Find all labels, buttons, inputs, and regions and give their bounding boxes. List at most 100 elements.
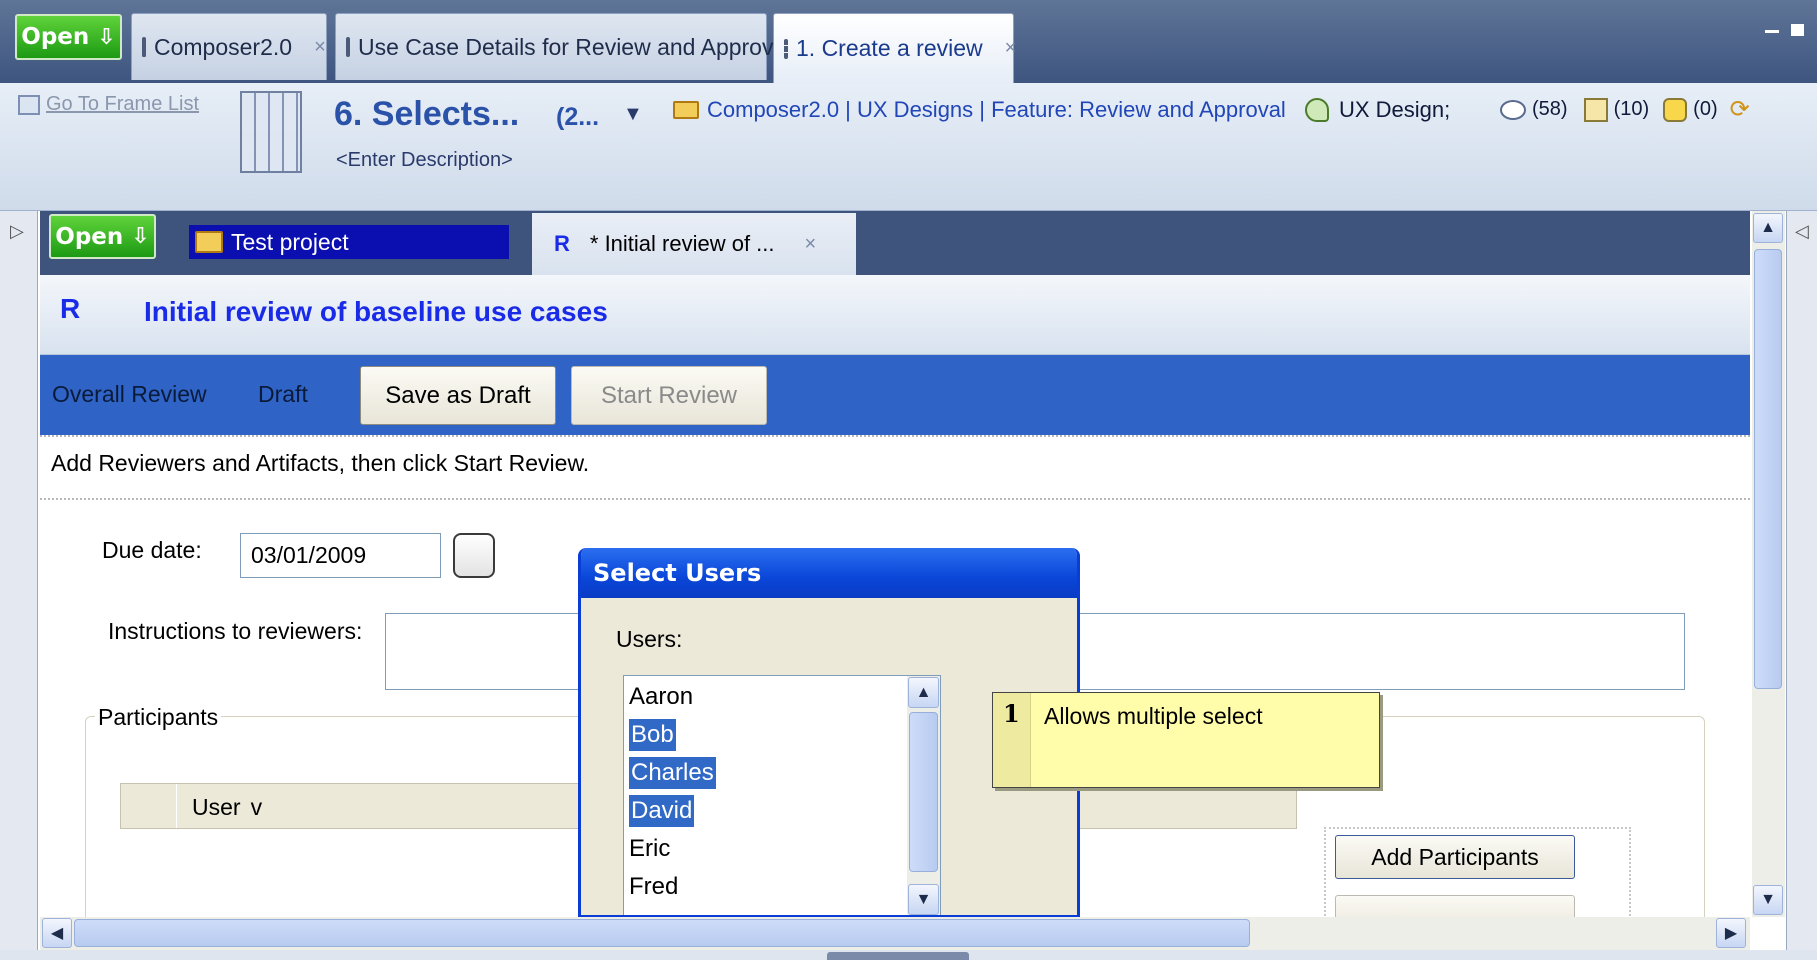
scroll-up-icon[interactable]: ▲ <box>1753 213 1783 243</box>
due-date-label: Due date: <box>102 537 202 563</box>
scroll-down-icon[interactable]: ▼ <box>1753 885 1783 915</box>
tab-create-review-label: 1. Create a review <box>796 35 983 61</box>
add-participants-button[interactable]: Add Participants <box>1335 835 1575 879</box>
start-review-button[interactable]: Start Review <box>571 366 767 425</box>
users-list-items: Aaron Bob Charles David Eric Fred <box>624 678 904 906</box>
user-name: Bob <box>629 719 676 751</box>
go-to-frame-list-label: Go To Frame List <box>46 93 200 115</box>
calendar-icon[interactable] <box>453 533 495 578</box>
close-icon[interactable]: × <box>1005 37 1017 60</box>
list-item-selected[interactable]: Charles <box>624 754 904 792</box>
chevron-down-icon[interactable]: ▼ <box>623 103 643 126</box>
tab-composer[interactable]: Composer2.0 × <box>131 13 327 80</box>
dialog-title: Select Users <box>581 548 1077 598</box>
breadcrumb-text: Composer2.0 | UX Designs | Feature: Revi… <box>707 97 1286 122</box>
ux-design-label: UX Design; <box>1339 97 1451 122</box>
list-item[interactable]: Aaron <box>624 678 904 716</box>
frame-count: (2... <box>556 103 600 131</box>
close-icon[interactable]: × <box>805 233 817 256</box>
comment-icon[interactable] <box>1500 99 1526 120</box>
open-button-label: Open <box>21 24 90 50</box>
due-date-input[interactable] <box>240 533 441 578</box>
expand-left-icon[interactable]: ▷ <box>10 221 24 242</box>
project-selector[interactable]: Test project <box>189 225 509 259</box>
annotation-number: 1 <box>1003 699 1020 728</box>
folder-icon <box>142 37 146 57</box>
users-list[interactable]: Aaron Bob Charles David Eric Fred ▲ ▼ <box>623 675 941 915</box>
list-item[interactable]: Eric <box>624 830 904 868</box>
review-icon: R <box>60 293 81 324</box>
counters: (58) (10) (0) ⟳ <box>1500 95 1750 124</box>
review-icon: R <box>554 231 570 256</box>
go-to-frame-list-link[interactable]: Go To Frame List <box>18 93 199 116</box>
tab-initial-review-label: * Initial review of ... <box>589 231 775 256</box>
scroll-thumb[interactable] <box>74 919 1250 947</box>
inner-open-button-label: Open <box>55 223 124 250</box>
status-badge: Draft <box>258 381 308 407</box>
user-name: Fred <box>629 873 679 900</box>
scroll-up-icon[interactable]: ▲ <box>908 677 939 708</box>
instructions-label: Instructions to reviewers: <box>108 618 363 644</box>
tab-use-case-details[interactable]: Use Case Details for Review and Approval… <box>335 13 825 80</box>
document-icon <box>346 37 350 57</box>
list-item-selected[interactable]: David <box>624 792 904 830</box>
ux-design-link[interactable]: UX Design; <box>1305 97 1450 123</box>
frame-title: 6. Selects... <box>334 95 520 133</box>
user-name: Aaron <box>629 683 694 710</box>
user-name: David <box>629 795 695 827</box>
save-as-draft-button[interactable]: Save as Draft <box>360 366 556 425</box>
annotation-note: 1 Allows multiple select <box>992 692 1380 788</box>
sort-icon: v <box>250 794 263 820</box>
tab-use-case-details-label: Use Case Details for Review and Approval <box>358 33 792 60</box>
user-column-header[interactable]: User v <box>192 794 262 821</box>
tab-composer-label: Composer2.0 <box>154 33 293 60</box>
frame-header: Go To Frame List 6. Selects... (2... ▼ <… <box>0 83 1817 211</box>
folder-open-icon <box>195 231 223 253</box>
scroll-thumb[interactable] <box>909 712 938 872</box>
comments-count: (58) <box>1532 98 1568 120</box>
annotation-text: Allows multiple select <box>1044 703 1263 729</box>
maximize-icon[interactable] <box>1791 24 1804 36</box>
folder-open-icon <box>673 101 699 119</box>
edits-count: (10) <box>1613 98 1650 120</box>
open-button[interactable]: Open ⇩ <box>15 14 122 60</box>
edit-icon[interactable] <box>1583 97 1608 122</box>
minimize-icon[interactable] <box>1765 30 1779 33</box>
inner-tab-bar: Open ⇩ Test project R * Initial review o… <box>40 211 1750 275</box>
tab-create-review[interactable]: 1. Create a review × <box>773 13 1017 83</box>
ux-design-icon <box>1305 98 1329 122</box>
user-name: Eric <box>629 835 671 862</box>
collapse-handle[interactable] <box>827 952 969 960</box>
list-item-selected[interactable]: Bob <box>624 716 904 754</box>
scroll-down-icon[interactable]: ▼ <box>908 884 939 915</box>
scroll-right-icon[interactable]: ▶ <box>1716 918 1746 948</box>
vertical-scrollbar[interactable]: ▲ ▼ <box>1752 211 1785 917</box>
close-icon[interactable]: × <box>314 36 326 59</box>
users-list-scrollbar[interactable]: ▲ ▼ <box>907 676 940 915</box>
issue-icon[interactable] <box>1663 97 1688 122</box>
description-placeholder[interactable]: <Enter Description> <box>336 149 513 172</box>
download-arrow-icon: ⇩ <box>97 24 116 50</box>
inner-open-button[interactable]: Open ⇩ <box>49 214 156 259</box>
left-gutter: ▷ <box>0 211 38 960</box>
frame-list-icon <box>18 94 40 115</box>
participants-label: Participants <box>95 704 222 731</box>
instructions-hint: Add Reviewers and Artifacts, then click … <box>51 450 590 476</box>
project-label: Test project <box>231 228 349 255</box>
list-item[interactable]: Fred <box>624 868 904 906</box>
users-label: Users: <box>616 626 683 652</box>
issues-count: (0) <box>1693 98 1718 120</box>
scroll-thumb[interactable] <box>1754 249 1782 689</box>
storyboard-icon <box>240 91 302 173</box>
right-gutter: ◁ <box>1786 211 1817 960</box>
sync-icon[interactable]: ⟳ <box>1730 95 1750 124</box>
review-title-bar: R Initial review of baseline use cases <box>40 275 1750 355</box>
scroll-left-icon[interactable]: ◀ <box>42 918 72 948</box>
review-status-bar: Overall Review Draft Save as Draft Start… <box>40 355 1750 435</box>
expand-right-icon[interactable]: ◁ <box>1795 221 1809 242</box>
breadcrumb[interactable]: Composer2.0 | UX Designs | Feature: Revi… <box>673 97 1286 123</box>
horizontal-scrollbar[interactable]: ◀ ▶ <box>40 917 1750 950</box>
bottom-edge <box>0 950 1817 960</box>
tab-initial-review[interactable]: R * Initial review of ... × <box>532 213 856 275</box>
overall-review-label: Overall Review <box>52 381 207 407</box>
